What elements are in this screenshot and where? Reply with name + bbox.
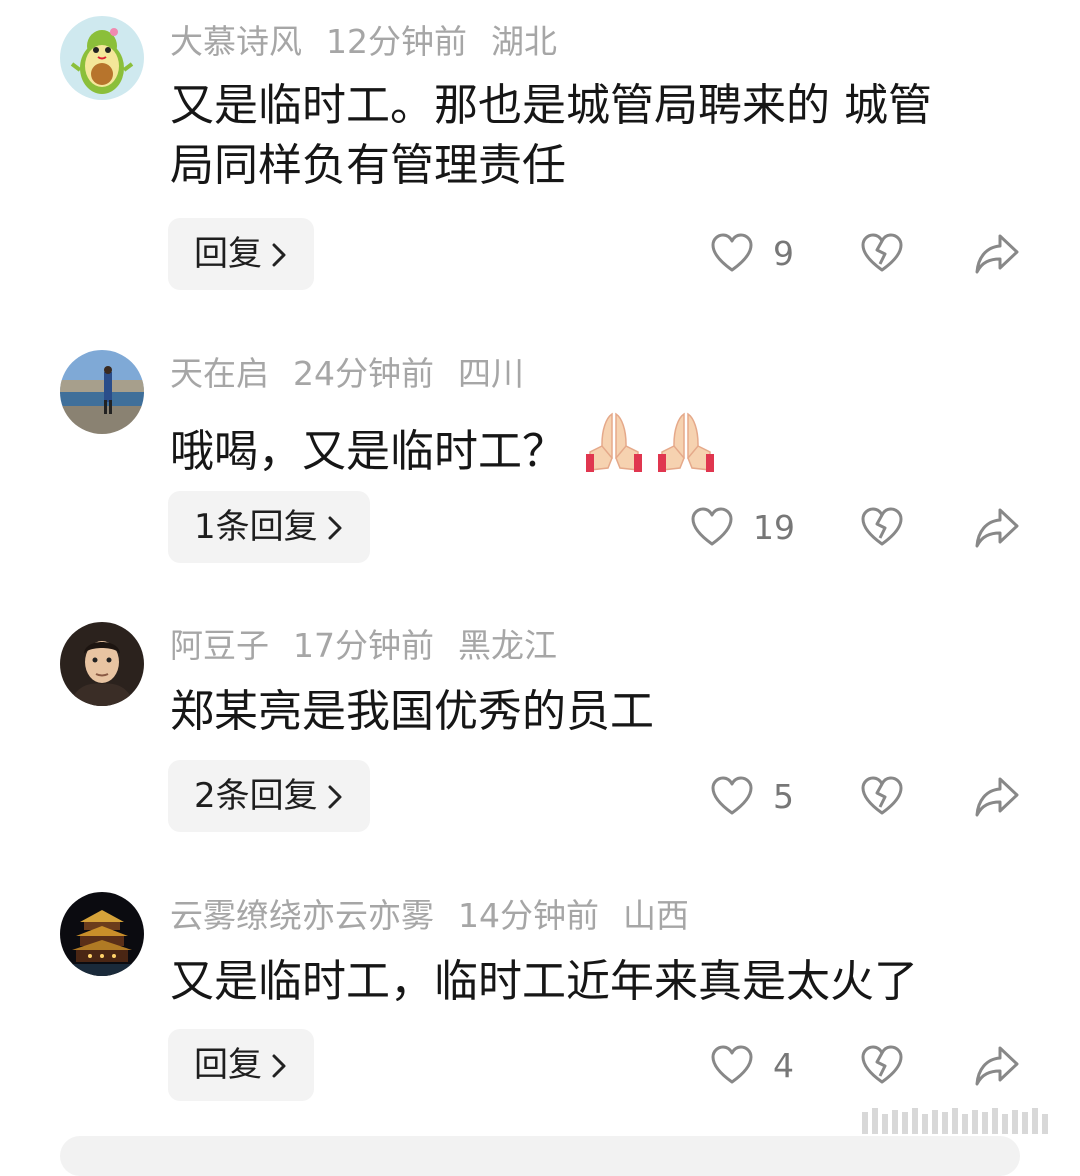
like-count: 5 [773,777,794,816]
timestamp: 24分钟前 [293,354,434,393]
like-count: 4 [773,1046,794,1085]
share-arrow-icon[interactable] [974,1044,1020,1088]
heart-icon [711,1045,753,1084]
chevron-right-icon [326,495,344,567]
broken-heart-icon[interactable] [860,775,904,819]
like-button[interactable]: 19 [690,506,810,562]
bottom-input-bar[interactable] [60,1136,1020,1176]
username[interactable]: 云雾缭绕亦云亦雾 [170,896,434,935]
reply-button[interactable]: 回复 [168,1029,314,1101]
broken-heart-icon[interactable] [860,1044,904,1088]
comment-item: 云雾缭绕亦云亦雾 14分钟前 山西 又是临时工，临时工近年来真是太火了 回复 4 [0,0,1080,1101]
comment-meta: 云雾缭绕亦云亦雾 14分钟前 山西 [170,892,713,940]
heart-icon [711,776,753,815]
comment-text: 郑某亮是我国优秀的员工 [170,682,1020,742]
share-arrow-icon[interactable] [974,775,1020,819]
reply-label: 1条回复 [194,507,318,547]
reply-button[interactable]: 2条回复 [168,760,370,832]
reply-label: 回复 [194,1045,262,1085]
heart-icon [691,507,733,546]
like-count: 19 [753,508,795,547]
folded-hands-emoji [582,410,646,490]
username[interactable]: 天在启 [170,354,269,393]
chevron-right-icon [270,1033,288,1105]
avatar[interactable] [60,350,144,434]
comment-text-line: 郑某亮是我国优秀的员工 [170,686,654,737]
folded-hands-emoji [654,410,718,490]
avatar[interactable] [60,892,144,976]
reply-button[interactable]: 1条回复 [168,491,370,563]
timestamp: 17分钟前 [293,626,434,665]
comment-text-line: 哦喝，又是临时工？ [170,426,566,477]
location: 四川 [458,354,524,393]
comment-text-line: 又是临时工，临时工近年来真是太火了 [170,956,918,1007]
avatar[interactable] [60,622,144,706]
like-button[interactable]: 5 [710,775,810,831]
timestamp: 14分钟前 [458,896,599,935]
location: 黑龙江 [458,626,557,665]
broken-heart-icon[interactable] [860,506,904,550]
comment-text: 又是临时工，临时工近年来真是太火了 [170,952,1020,1012]
comment-meta: 阿豆子 17分钟前 黑龙江 [170,622,581,670]
location: 山西 [623,896,689,935]
comment-meta: 天在启 24分钟前 四川 [170,350,548,398]
like-button[interactable]: 4 [710,1044,810,1100]
comment-text: 哦喝，又是临时工？ [170,410,1020,490]
watermark-icon [862,1108,1048,1134]
share-arrow-icon[interactable] [974,506,1020,550]
reply-label: 2条回复 [194,776,318,816]
username[interactable]: 阿豆子 [170,626,269,665]
chevron-right-icon [326,764,344,836]
